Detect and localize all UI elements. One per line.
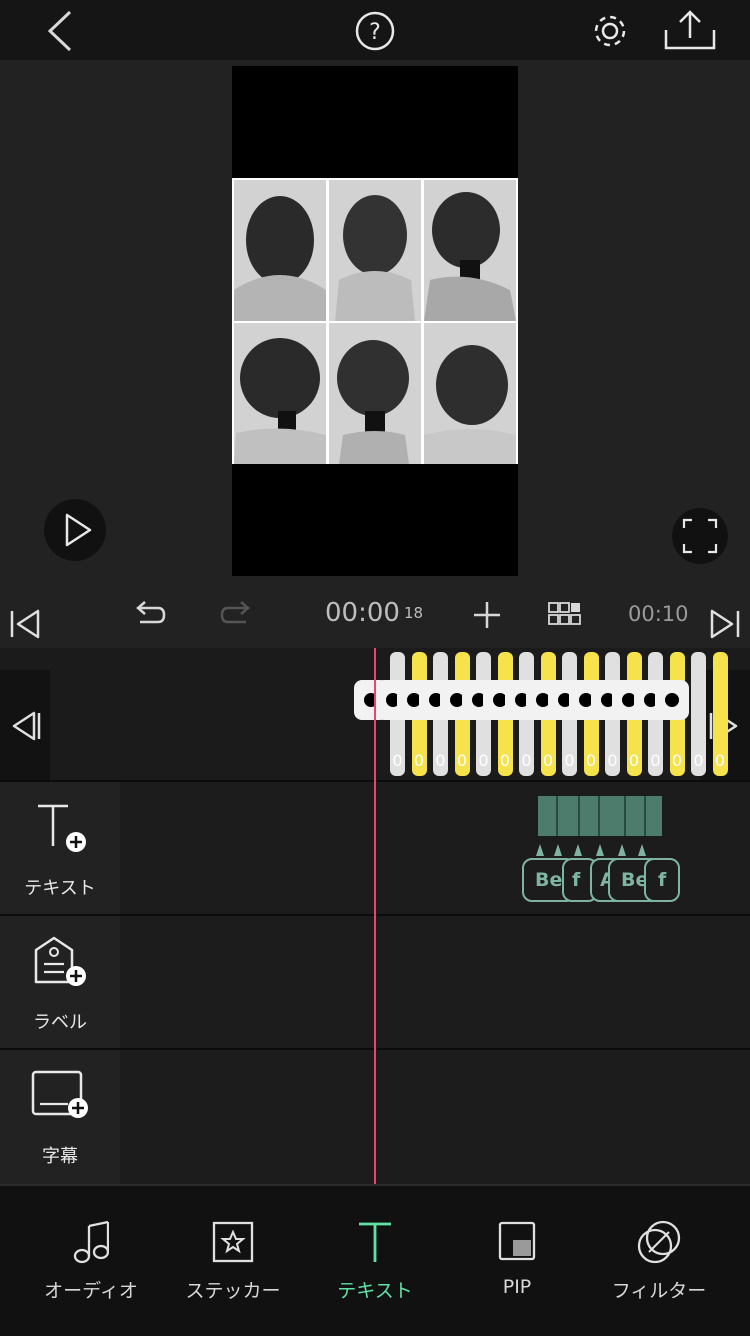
pip-icon [498, 1221, 536, 1261]
current-frame: 18 [404, 604, 424, 622]
gear-icon[interactable] [588, 9, 632, 53]
timeline-prev-column [0, 670, 50, 782]
tab-sticker-label: ステッカー [185, 1280, 281, 1302]
svg-text:?: ? [369, 20, 381, 45]
video-clip-segment[interactable]: 0 [691, 652, 706, 776]
transition-handle[interactable] [655, 680, 689, 720]
layout-grid-icon[interactable] [548, 602, 582, 626]
tab-text[interactable]: テキスト [300, 1184, 450, 1334]
photo-2 [329, 180, 421, 321]
clip-duration-label: 0 [392, 751, 403, 770]
clip-duration-label: 0 [521, 751, 532, 770]
redo-icon[interactable] [218, 598, 254, 630]
text-track-label: テキスト [24, 878, 96, 899]
back-icon[interactable] [42, 8, 78, 54]
total-time: 00:10 [628, 602, 689, 626]
clip-duration-label: 0 [585, 751, 597, 770]
add-subtitle-icon [31, 1070, 88, 1118]
tab-filter[interactable]: フィルター [584, 1184, 734, 1334]
photo-4 [234, 323, 326, 464]
skip-to-end-icon[interactable] [708, 608, 742, 640]
label-track-label: ラベル [33, 1012, 87, 1033]
play-icon [65, 513, 92, 547]
text-chip[interactable]: f [644, 858, 680, 902]
fullscreen-button[interactable] [672, 508, 728, 564]
skip-to-start-icon[interactable] [8, 608, 42, 640]
tab-filter-label: フィルター [611, 1280, 707, 1302]
undo-icon[interactable] [132, 598, 168, 630]
clip-duration-label: 0 [714, 751, 726, 770]
subtitle-track-label: 字幕 [42, 1146, 78, 1167]
clip-duration-label: 0 [542, 751, 554, 770]
tab-sticker[interactable]: ステッカー [158, 1184, 308, 1334]
add-label-button[interactable]: ラベル [0, 916, 120, 1049]
help-icon[interactable]: ? [354, 10, 396, 52]
text-clip-markers [536, 844, 646, 856]
play-button[interactable] [44, 499, 106, 561]
add-subtitle-button[interactable]: 字幕 [0, 1050, 120, 1184]
clip-duration-label: 0 [499, 751, 511, 770]
text-clip-bars[interactable] [538, 796, 662, 836]
filter-icon [637, 1220, 681, 1264]
photo-1 [234, 180, 326, 321]
clip-duration-label: 0 [607, 751, 618, 770]
music-note-icon [73, 1220, 109, 1264]
photo-collage [232, 178, 518, 464]
clip-strip[interactable]: 0000000000000000 [350, 652, 728, 776]
add-label-icon [34, 936, 86, 986]
clip-duration-label: 0 [671, 751, 683, 770]
current-time: 00:00 [325, 598, 400, 628]
clip-duration-label: 0 [650, 751, 661, 770]
tab-pip[interactable]: PIP [442, 1184, 592, 1334]
photo-6 [424, 323, 516, 464]
clip-duration-label: 0 [564, 751, 575, 770]
tab-pip-label: PIP [502, 1276, 532, 1298]
prev-frame-icon[interactable] [10, 710, 42, 742]
clip-duration-label: 0 [478, 751, 489, 770]
sticker-icon [212, 1221, 254, 1263]
text-icon [359, 1222, 391, 1262]
photo-3 [424, 180, 516, 321]
clip-duration-label: 0 [693, 751, 704, 770]
video-clip-segment[interactable]: 0 [712, 652, 728, 776]
photo-5 [329, 323, 421, 464]
clip-duration-label: 0 [435, 751, 446, 770]
tab-audio[interactable]: オーディオ [16, 1184, 166, 1334]
add-text-button[interactable]: テキスト [0, 782, 120, 915]
tab-audio-label: オーディオ [44, 1280, 138, 1302]
top-bar: ? [0, 0, 750, 60]
add-icon[interactable] [472, 600, 502, 630]
add-text-icon [38, 804, 86, 852]
playback-controls: 00:00 18 00:10 [0, 582, 750, 648]
clip-duration-label: 0 [413, 751, 425, 770]
export-icon[interactable] [662, 8, 718, 54]
tab-text-label: テキスト [337, 1280, 413, 1302]
expand-icon [682, 518, 718, 554]
clip-duration-label: 0 [628, 751, 640, 770]
playhead[interactable] [374, 648, 376, 1184]
clip-duration-label: 0 [456, 751, 468, 770]
